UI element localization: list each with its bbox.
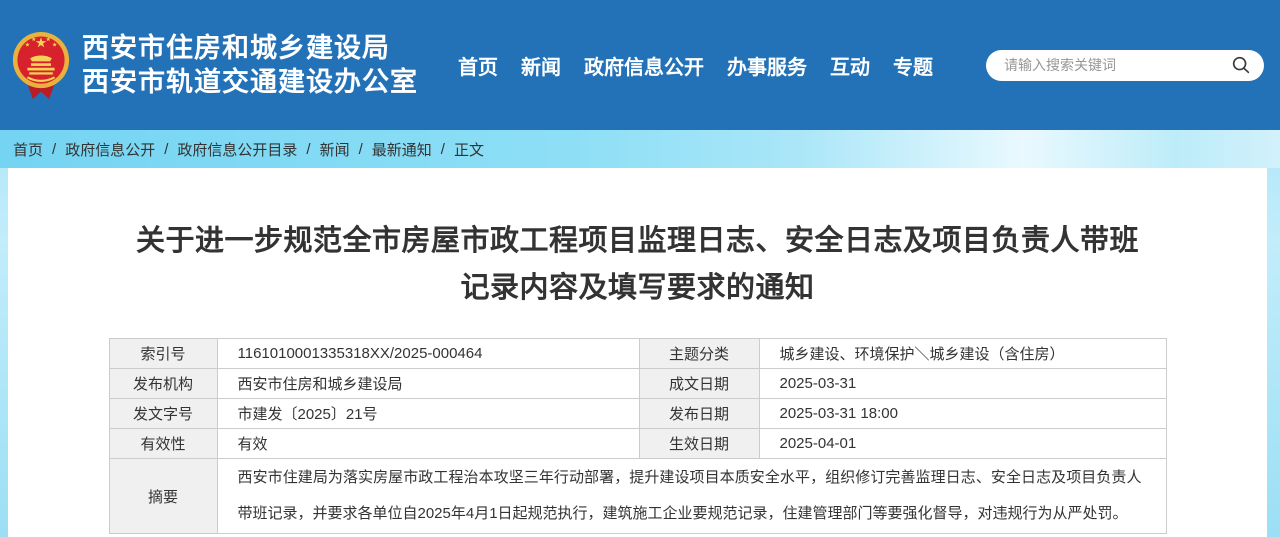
meta-label-topic-class: 主题分类 [639, 339, 759, 369]
document-meta-table: 索引号 1161010001335318XX/2025-000464 主题分类 … [109, 338, 1167, 534]
search-box [986, 50, 1264, 81]
meta-label-publish-date: 发布日期 [639, 399, 759, 429]
breadcrumb-latest-notice[interactable]: 最新通知 [372, 139, 432, 160]
nav-item-gov-info[interactable]: 政府信息公开 [584, 51, 704, 80]
main-nav: 首页 新闻 政府信息公开 办事服务 互动 专题 [458, 51, 933, 80]
content-card: 关于进一步规范全市房屋市政工程项目监理日志、安全日志及项目负责人带班 记录内容及… [8, 168, 1267, 537]
meta-value-publish-date: 2025-03-31 18:00 [759, 399, 1166, 429]
breadcrumb-gov-info-dir[interactable]: 政府信息公开目录 [177, 139, 297, 160]
nav-item-news[interactable]: 新闻 [521, 51, 561, 80]
meta-label-doc-number: 发文字号 [109, 399, 217, 429]
meta-label-written-date: 成文日期 [639, 369, 759, 399]
meta-label-effective-date: 生效日期 [639, 429, 759, 459]
meta-label-validity: 有效性 [109, 429, 217, 459]
breadcrumb-home[interactable]: 首页 [13, 139, 43, 160]
national-emblem-icon [12, 30, 70, 101]
breadcrumb-separator: / [52, 141, 56, 158]
page: 西安市住房和城乡建设局 西安市轨道交通建设办公室 首页 新闻 政府信息公开 办事… [0, 0, 1280, 537]
meta-value-summary: 西安市住建局为落实房屋市政工程治本攻坚三年行动部署，提升建设项目本质安全水平，组… [217, 459, 1166, 534]
table-row-summary: 摘要 西安市住建局为落实房屋市政工程治本攻坚三年行动部署，提升建设项目本质安全水… [109, 459, 1166, 534]
breadcrumb: 首页 / 政府信息公开 / 政府信息公开目录 / 新闻 / 最新通知 / 正文 [0, 130, 1280, 168]
meta-label-publisher: 发布机构 [109, 369, 217, 399]
meta-value-effective-date: 2025-04-01 [759, 429, 1166, 459]
breadcrumb-gov-info[interactable]: 政府信息公开 [65, 139, 155, 160]
table-row: 索引号 1161010001335318XX/2025-000464 主题分类 … [109, 339, 1166, 369]
breadcrumb-separator: / [306, 141, 310, 158]
search-input[interactable] [1004, 57, 1228, 73]
search-button[interactable] [1228, 54, 1254, 76]
article-title-line1: 关于进一步规范全市房屋市政工程项目监理日志、安全日志及项目负责人带班 [8, 218, 1267, 265]
article-title: 关于进一步规范全市房屋市政工程项目监理日志、安全日志及项目负责人带班 记录内容及… [8, 218, 1267, 312]
site-header: 西安市住房和城乡建设局 西安市轨道交通建设办公室 首页 新闻 政府信息公开 办事… [0, 0, 1280, 130]
meta-value-topic-class: 城乡建设、环境保护＼城乡建设（含住房） [759, 339, 1166, 369]
breadcrumb-separator: / [441, 141, 445, 158]
org-name-line2: 西安市轨道交通建设办公室 [82, 65, 418, 99]
org-name-line1: 西安市住房和城乡建设局 [82, 31, 418, 65]
breadcrumb-current-article: 正文 [454, 139, 484, 160]
meta-value-publisher: 西安市住房和城乡建设局 [217, 369, 639, 399]
table-row: 有效性 有效 生效日期 2025-04-01 [109, 429, 1166, 459]
site-title: 西安市住房和城乡建设局 西安市轨道交通建设办公室 [82, 31, 418, 99]
table-row: 发文字号 市建发〔2025〕21号 发布日期 2025-03-31 18:00 [109, 399, 1166, 429]
meta-value-written-date: 2025-03-31 [759, 369, 1166, 399]
breadcrumb-separator: / [164, 141, 168, 158]
meta-value-index-no: 1161010001335318XX/2025-000464 [217, 339, 639, 369]
meta-label-summary: 摘要 [109, 459, 217, 534]
nav-item-topics[interactable]: 专题 [893, 51, 933, 80]
meta-value-validity: 有效 [217, 429, 639, 459]
nav-item-services[interactable]: 办事服务 [727, 51, 807, 80]
site-brand[interactable]: 西安市住房和城乡建设局 西安市轨道交通建设办公室 [12, 30, 418, 101]
nav-item-home[interactable]: 首页 [458, 51, 498, 80]
search-icon [1230, 54, 1252, 76]
breadcrumb-news[interactable]: 新闻 [320, 139, 350, 160]
meta-label-index-no: 索引号 [109, 339, 217, 369]
article-title-line2: 记录内容及填写要求的通知 [8, 265, 1267, 312]
breadcrumb-separator: / [359, 141, 363, 158]
nav-item-interact[interactable]: 互动 [830, 51, 870, 80]
table-row: 发布机构 西安市住房和城乡建设局 成文日期 2025-03-31 [109, 369, 1166, 399]
meta-value-doc-number: 市建发〔2025〕21号 [217, 399, 639, 429]
